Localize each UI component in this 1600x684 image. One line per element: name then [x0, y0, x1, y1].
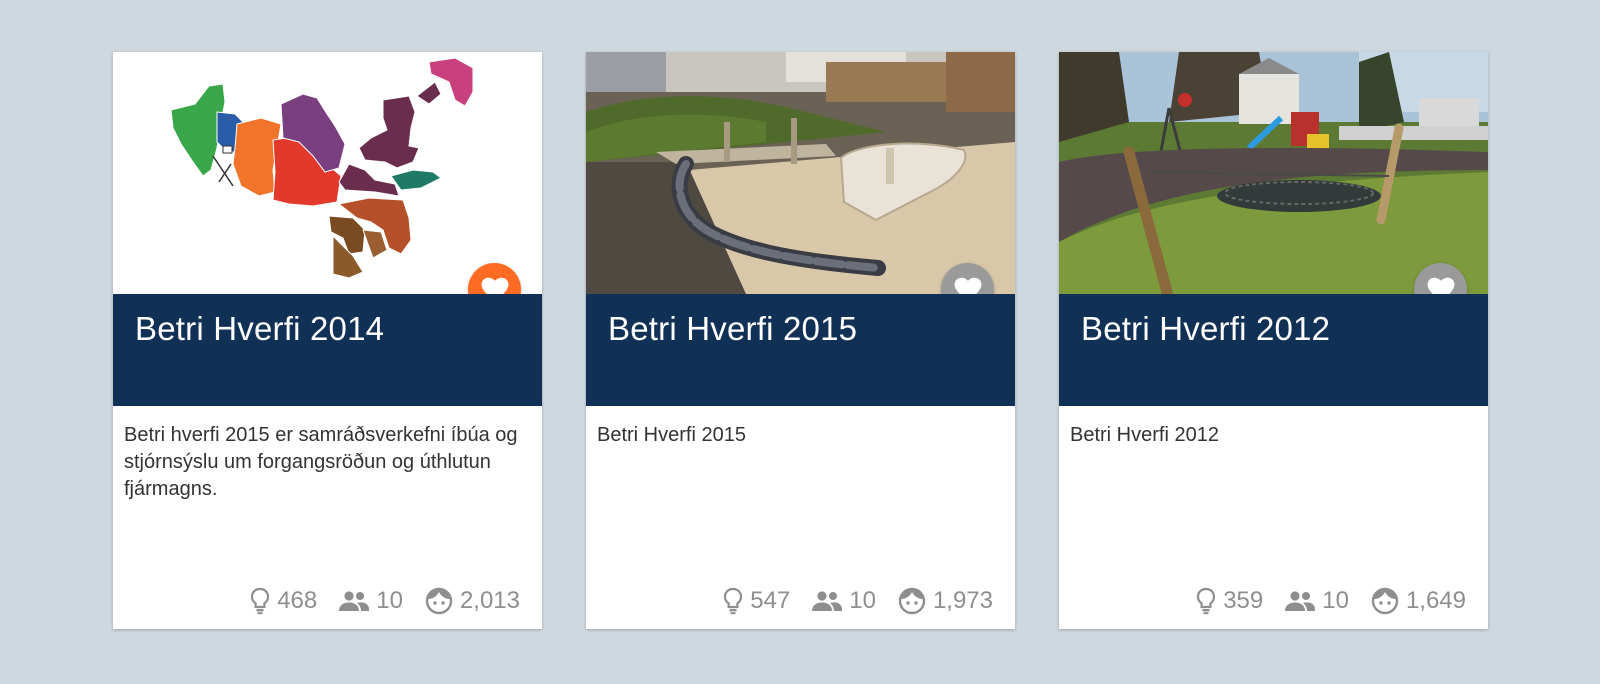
card-title-band[interactable]: Betri Hverfi 2014 — [113, 294, 542, 406]
card-stats: 359 10 1,649 — [1196, 587, 1466, 615]
ideas-stat: 359 — [1196, 587, 1263, 615]
groups-stat: 10 — [339, 587, 403, 615]
card-description: Betri Hverfi 2012 — [1070, 424, 1219, 446]
district-map-image — [113, 52, 542, 294]
card-description: Betri Hverfi 2015 — [597, 424, 746, 446]
community-card[interactable]: Betri Hverfi 2014 Betri hverfi 2015 er s… — [113, 52, 542, 629]
groups-count: 10 — [849, 587, 876, 614]
card-image-district-map[interactable] — [113, 52, 542, 294]
card-title[interactable]: Betri Hverfi 2012 — [1081, 310, 1330, 348]
groups-count: 10 — [1322, 587, 1349, 614]
sandbox-playground-photo — [586, 52, 1015, 294]
community-card-list: Betri Hverfi 2014 Betri hverfi 2015 er s… — [113, 52, 1488, 629]
groups-stat: 10 — [812, 587, 876, 615]
card-title[interactable]: Betri Hverfi 2014 — [135, 310, 384, 348]
groups-stat: 10 — [1285, 587, 1349, 615]
card-title-band[interactable]: Betri Hverfi 2012 — [1059, 294, 1488, 406]
users-count: 1,973 — [932, 587, 993, 614]
card-image-swing-playground[interactable] — [1059, 52, 1488, 294]
face-icon — [898, 587, 926, 615]
people-icon — [812, 591, 843, 611]
heart-icon — [954, 277, 981, 294]
lightbulb-icon — [1197, 587, 1216, 615]
card-title[interactable]: Betri Hverfi 2015 — [608, 310, 857, 348]
users-stat: 1,973 — [898, 587, 993, 615]
heart-icon — [1427, 277, 1454, 294]
users-count: 2,013 — [459, 587, 520, 614]
card-title-band[interactable]: Betri Hverfi 2015 — [586, 294, 1015, 406]
ideas-count: 359 — [1223, 587, 1264, 614]
lightbulb-icon — [724, 587, 743, 615]
card-image-sandbox-playground[interactable] — [586, 52, 1015, 294]
people-icon — [1285, 591, 1316, 611]
community-card[interactable]: Betri Hverfi 2015 Betri Hverfi 2015 547 — [586, 52, 1015, 629]
groups-count: 10 — [376, 587, 403, 614]
ideas-stat: 468 — [250, 587, 317, 615]
community-card[interactable]: Betri Hverfi 2012 Betri Hverfi 2012 359 — [1059, 52, 1488, 629]
users-stat: 1,649 — [1371, 587, 1466, 615]
users-count: 1,649 — [1405, 587, 1466, 614]
lightbulb-icon — [251, 587, 270, 615]
card-description: Betri hverfi 2015 er samráðsverkefni íbú… — [124, 424, 518, 500]
ideas-count: 547 — [750, 587, 791, 614]
face-icon — [1371, 587, 1399, 615]
swing-playground-photo — [1059, 52, 1488, 294]
ideas-stat: 547 — [723, 587, 790, 615]
users-stat: 2,013 — [425, 587, 520, 615]
face-icon — [425, 587, 453, 615]
ideas-count: 468 — [277, 587, 318, 614]
people-icon — [339, 591, 370, 611]
card-stats: 547 10 1,973 — [723, 587, 993, 615]
card-stats: 468 10 2,013 — [250, 587, 520, 615]
heart-icon — [481, 277, 508, 294]
